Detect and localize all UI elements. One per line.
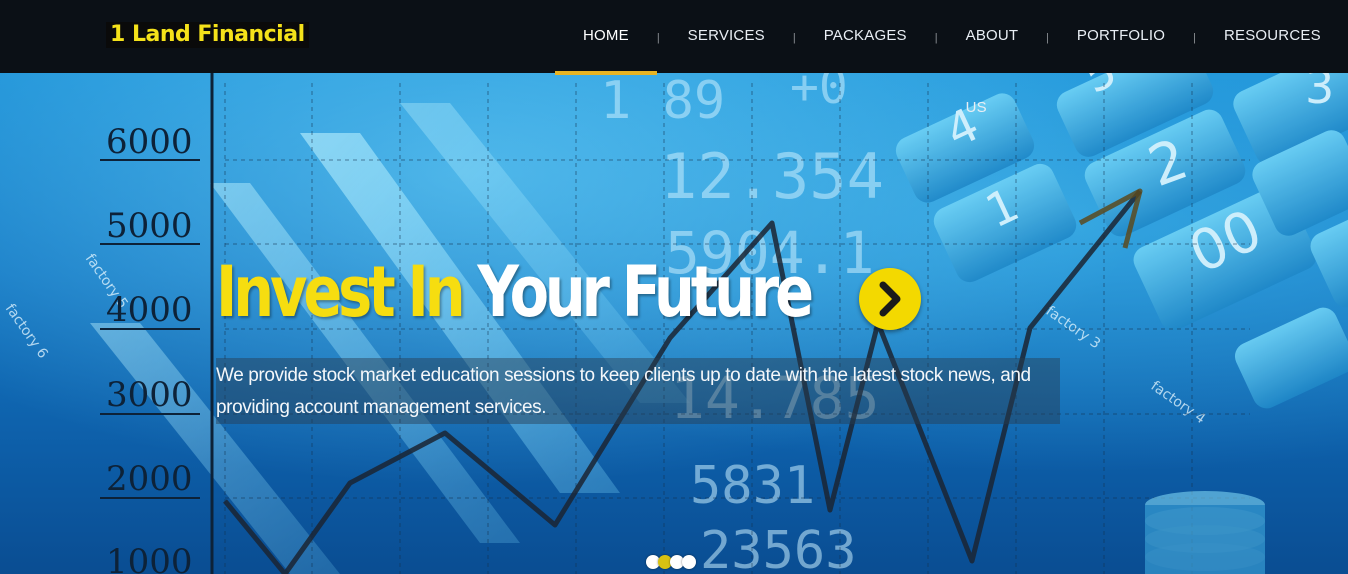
hero-slider: 4 5 3 1 2 00 1 89 +0 12.354 5904.1 14.78…	[0, 73, 1348, 574]
svg-text:factory 3: factory 3	[1043, 303, 1104, 352]
next-slide-button[interactable]	[859, 268, 921, 330]
slider-pagination	[646, 555, 696, 569]
slide-dot-4[interactable]	[682, 555, 696, 569]
background-stripes	[90, 103, 690, 574]
chevron-right-icon	[879, 281, 901, 317]
svg-text:1 89: 1 89	[600, 73, 725, 131]
hero-title-rest: Your Future	[477, 251, 814, 333]
main-nav: HOME | SERVICES | PACKAGES | ABOUT US | …	[555, 0, 1348, 116]
svg-text:12.354: 12.354	[660, 140, 884, 213]
hero-description-line: providing account management services.	[216, 397, 547, 418]
svg-text:1000: 1000	[106, 542, 193, 574]
hero-description-line: We provide stock market education sessio…	[216, 365, 1031, 386]
svg-text:factory 6: factory 6	[2, 301, 51, 362]
nav-services[interactable]: SERVICES	[660, 0, 793, 73]
navbar: 1 Land Financial HOME | SERVICES | PACKA…	[0, 0, 1348, 116]
hero-title: Invest In Your Future	[216, 251, 814, 333]
page: 1 Land Financial HOME | SERVICES | PACKA…	[0, 0, 1348, 574]
coin-stack	[1145, 491, 1265, 574]
svg-text:23563: 23563	[700, 521, 857, 574]
nav-about-us[interactable]: ABOUT US	[938, 0, 1046, 116]
nav-home[interactable]: HOME	[555, 0, 657, 75]
svg-text:2000: 2000	[106, 459, 193, 499]
nav-resources[interactable]: RESOURCES	[1196, 0, 1348, 73]
svg-text:4000: 4000	[106, 290, 193, 330]
nav-packages[interactable]: PACKAGES	[796, 0, 935, 73]
hero-title-highlight: Invest In	[216, 251, 466, 333]
site-logo[interactable]: 1 Land Financial	[106, 22, 309, 48]
svg-text:factory 4: factory 4	[1148, 378, 1209, 427]
svg-text:+0: +0	[790, 73, 848, 115]
svg-text:3000: 3000	[106, 375, 193, 415]
hero-description: We provide stock market education sessio…	[216, 358, 1060, 424]
svg-text:6000: 6000	[106, 122, 193, 162]
svg-text:3: 3	[1305, 73, 1334, 114]
nav-portfolio[interactable]: PORTFOLIO	[1049, 0, 1193, 73]
svg-text:5000: 5000	[106, 206, 193, 246]
svg-text:5831: 5831	[690, 456, 815, 516]
